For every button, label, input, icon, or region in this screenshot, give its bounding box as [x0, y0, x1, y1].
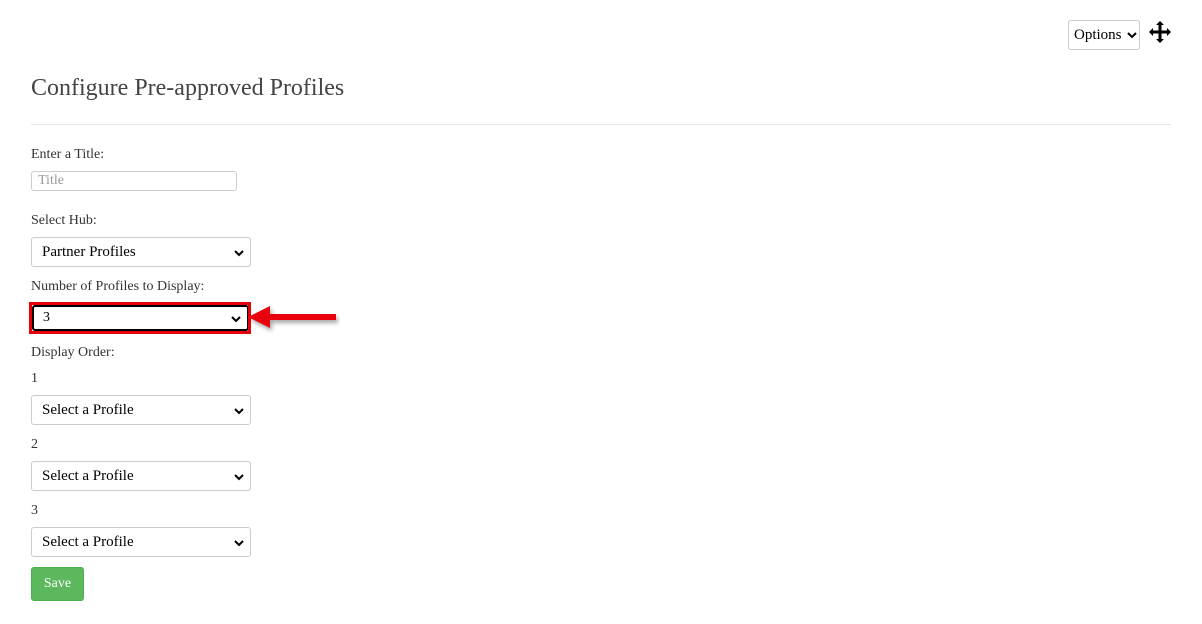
chevron-down-icon	[234, 408, 244, 415]
chevron-down-icon	[234, 250, 244, 257]
chevron-down-icon	[234, 540, 244, 547]
order-index-1: 1	[31, 371, 38, 386]
chevron-down-icon	[234, 474, 244, 481]
divider	[31, 124, 1171, 125]
profile-select-3[interactable]: Select a Profile	[31, 527, 251, 557]
count-label: Number of Profiles to Display:	[31, 279, 205, 294]
profile-select-value: Select a Profile	[42, 533, 134, 550]
profile-select-value: Select a Profile	[42, 401, 134, 418]
options-dropdown[interactable]: Options	[1068, 20, 1140, 50]
hub-select[interactable]: Partner Profiles	[31, 237, 251, 267]
order-index-2: 2	[31, 437, 38, 452]
profile-select-2[interactable]: Select a Profile	[31, 461, 251, 491]
order-label: Display Order:	[31, 345, 115, 360]
title-input[interactable]	[31, 171, 237, 191]
save-button[interactable]: Save	[31, 567, 84, 601]
move-icon[interactable]	[1148, 20, 1172, 44]
annotation-arrow-icon	[248, 306, 336, 328]
chevron-down-icon	[231, 316, 241, 323]
count-select-value: 3	[43, 310, 50, 325]
profile-select-1[interactable]: Select a Profile	[31, 395, 251, 425]
hub-select-value: Partner Profiles	[42, 243, 136, 260]
order-index-3: 3	[31, 503, 38, 518]
count-select[interactable]: 3	[32, 305, 249, 331]
title-label: Enter a Title:	[31, 147, 105, 162]
page-title: Configure Pre-approved Profiles	[31, 75, 345, 101]
chevron-down-icon	[1126, 32, 1137, 39]
profile-select-value: Select a Profile	[42, 467, 134, 484]
options-label: Options	[1074, 26, 1122, 43]
hub-label: Select Hub:	[31, 213, 97, 228]
